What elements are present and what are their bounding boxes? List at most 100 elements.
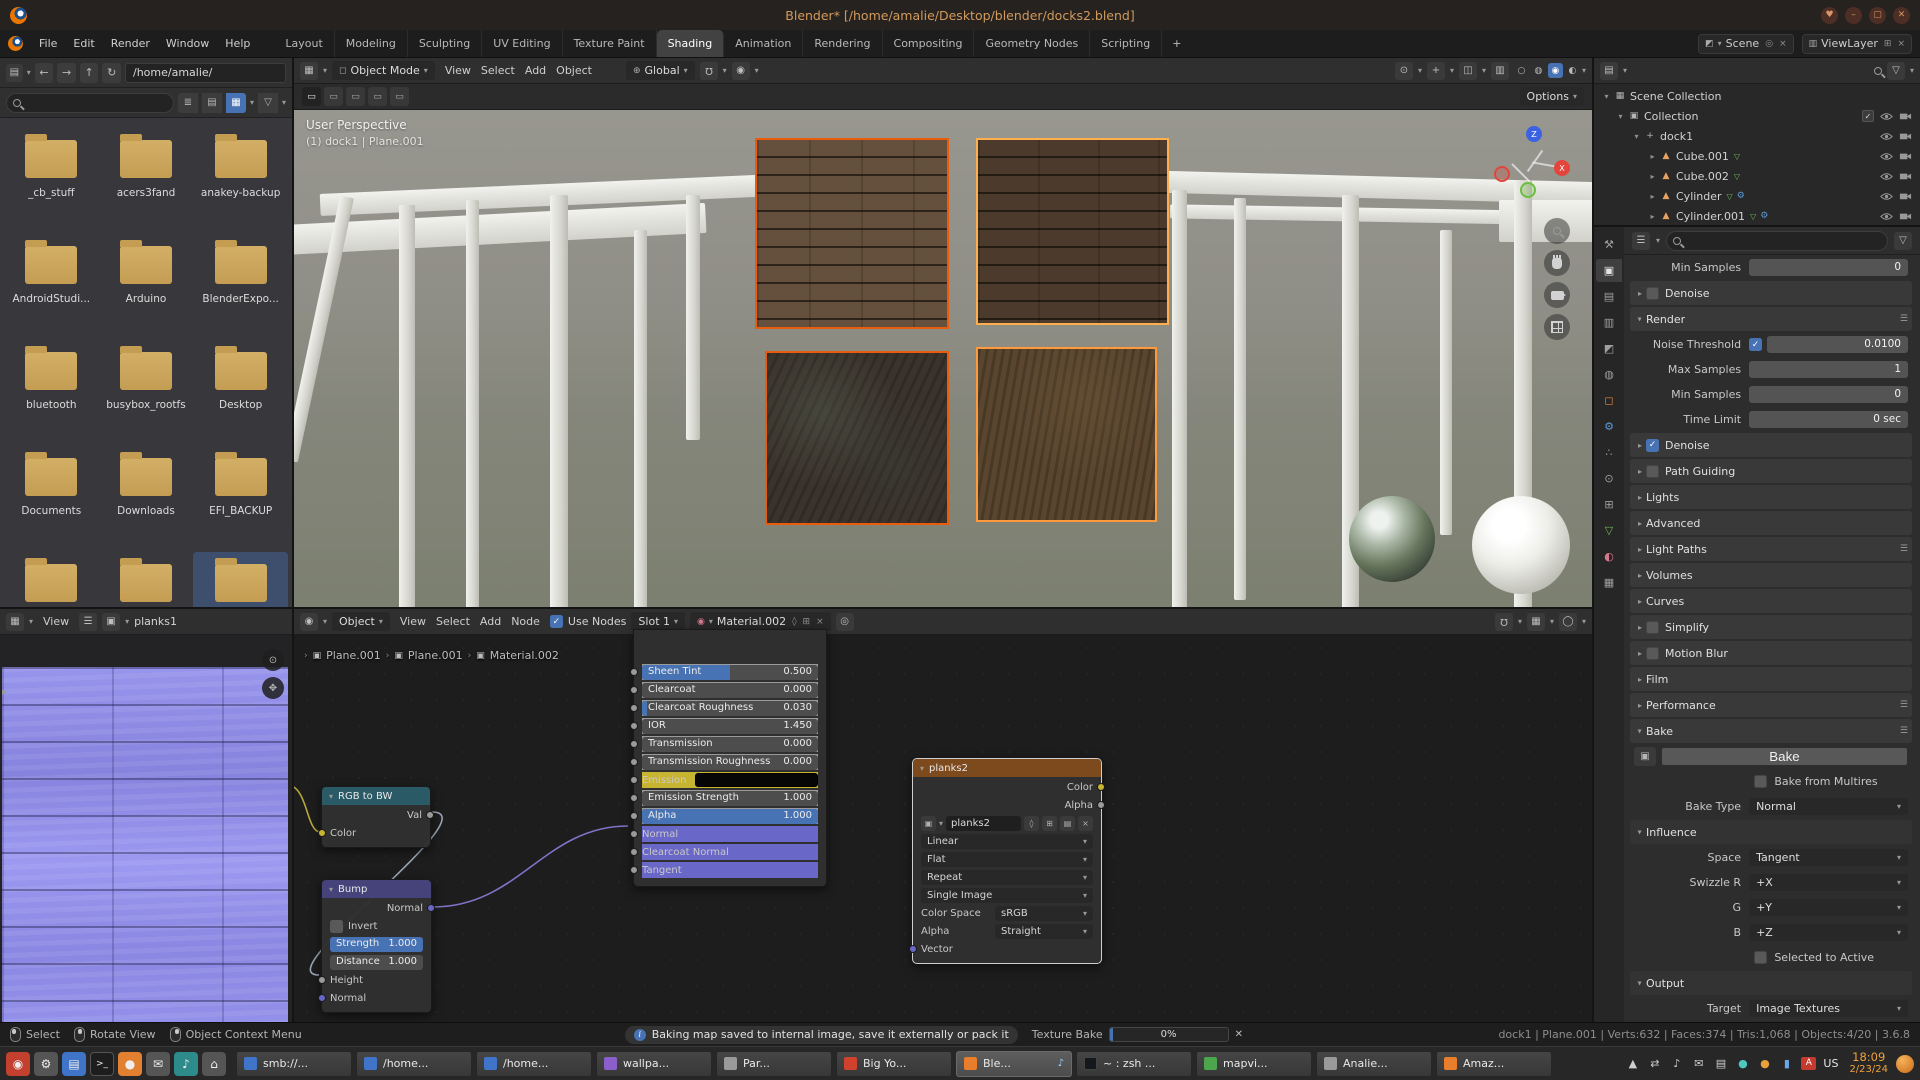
node-preview-icon[interactable]: ◯ <box>1559 613 1577 631</box>
expand-arrow-icon[interactable]: ▾ <box>1614 112 1627 121</box>
modifiers-tab-icon[interactable]: ⚙ <box>1596 415 1622 438</box>
menu-item[interactable]: View <box>440 64 476 77</box>
breadcrumb-item[interactable]: Material.002 <box>490 649 559 662</box>
scene-selector[interactable]: ◩ ▾ Scene ◎ × <box>1698 34 1793 54</box>
horizontal-list-view-button[interactable]: ▤ <box>202 93 222 113</box>
image-icon[interactable]: ▣ <box>102 613 120 631</box>
mail-icon[interactable]: ✉ <box>146 1052 170 1076</box>
selectability-visibility-icon[interactable]: ⊙ <box>1395 62 1413 80</box>
taskbar-window-button[interactable]: mapvi... <box>1196 1051 1312 1077</box>
view-menu[interactable]: View <box>38 615 74 628</box>
physics-tab-icon[interactable]: ⊙ <box>1596 467 1622 490</box>
menu-item[interactable]: Add <box>475 615 506 628</box>
workspace-tab[interactable]: Layout <box>274 30 334 57</box>
volume-tray-icon[interactable]: ♪ <box>1669 1057 1684 1070</box>
axis-y-icon[interactable] <box>1520 182 1536 198</box>
properties-row[interactable]: ▸ Max Samples 1 1▾ ▣ Max Samples ☰ <box>1630 358 1912 381</box>
panel-menu-icon[interactable]: ☰ <box>1900 726 1908 736</box>
panel-menu-icon[interactable]: ☰ <box>1900 544 1908 554</box>
properties-row[interactable]: ▸ Target Image Textures Image Textures▾ … <box>1630 997 1912 1020</box>
properties-row[interactable]: ▸ Influence ▾ ▣ Influence ☰ <box>1630 820 1912 844</box>
panel-arrow-icon[interactable]: ▸ <box>1634 571 1646 580</box>
cancel-job-icon[interactable]: ✕ <box>1235 1029 1243 1040</box>
editor-type-icon[interactable]: ▦ <box>300 62 318 80</box>
menu-item[interactable]: Select <box>476 64 520 77</box>
panel-arrow-icon[interactable]: ▸ <box>1636 977 1645 989</box>
taskbar-window-button[interactable]: smb://... <box>236 1051 352 1077</box>
properties-row[interactable]: ▸ Time Limit 0 sec 0 sec▾ ▣ Time Limit ☰ <box>1630 408 1912 431</box>
bsdf-input-row[interactable]: Sheen Tint0.500 Sheen Tint <box>642 664 818 680</box>
arrow-up-tray-icon[interactable]: ▲ <box>1625 1057 1640 1070</box>
properties-row[interactable]: ▸ Path Guiding ▾ ▣ Path Guiding ☰ <box>1630 459 1912 483</box>
object-name[interactable]: Scene Collection <box>1630 90 1721 103</box>
panel-arrow-icon[interactable]: ▸ <box>1634 493 1646 502</box>
dropdown[interactable]: +Z▾ <box>1749 924 1908 941</box>
keep-above-icon[interactable]: ♥ <box>1821 7 1838 24</box>
dropdown[interactable]: +Y▾ <box>1749 899 1908 916</box>
breadcrumb-item[interactable]: Plane.001 <box>408 649 463 662</box>
clipboard-tray-icon[interactable]: ▤ <box>1713 1057 1728 1070</box>
expand-arrow-icon[interactable]: ▾ <box>1600 92 1613 101</box>
zoom-region-button[interactable]: ⊙ <box>262 649 284 671</box>
workspace-tab[interactable]: Sculpting <box>408 30 482 57</box>
fake-user-shield-icon[interactable]: ◊ <box>1024 816 1039 831</box>
file-browser-folder[interactable] <box>193 552 288 607</box>
bump-slider-row[interactable]: Distance1.000 <box>330 954 423 970</box>
image-texture-node[interactable]: ▾planks2 Color Alpha ▣▾ planks2 ◊ ⊞ ▤ × <box>912 758 1102 964</box>
menu-item[interactable]: Select <box>431 615 475 628</box>
bump-slider-row[interactable]: Strength1.000 <box>330 936 423 952</box>
panel-arrow-icon[interactable]: ▸ <box>1634 441 1646 450</box>
properties-row[interactable]: ▸ Curves ▾ ▣ Curves ☰ <box>1630 589 1912 613</box>
workspace-tab[interactable]: Scripting <box>1090 30 1162 57</box>
filter-icon[interactable]: ▽ <box>1894 232 1912 250</box>
shield-icon[interactable]: ◊ <box>792 617 796 627</box>
input-socket[interactable] <box>630 740 638 748</box>
plank-object-top-left[interactable] <box>755 138 949 329</box>
taskbar-window-button[interactable]: /home... <box>476 1051 592 1077</box>
panel-menu-icon[interactable]: ☰ <box>1900 314 1908 324</box>
expand-arrow-icon[interactable]: ▸ <box>1646 152 1659 161</box>
exclude-checkbox[interactable]: ✓ <box>1862 110 1874 122</box>
color-swatch[interactable] <box>695 773 819 787</box>
unlink-icon[interactable]: × <box>1779 39 1787 49</box>
zoom-button[interactable] <box>1544 218 1570 244</box>
menu-item[interactable]: View <box>395 615 431 628</box>
render-tab-icon[interactable]: ▣ <box>1596 259 1622 282</box>
file-browser-folder[interactable]: _cb_stuff <box>4 128 99 234</box>
pin-icon[interactable]: ◎ <box>836 613 854 631</box>
solid-shading-icon[interactable]: ◍ <box>1531 63 1546 78</box>
editor-type-icon[interactable]: ◉ <box>300 613 318 631</box>
network-tray-icon[interactable]: ⇄ <box>1647 1057 1662 1070</box>
properties-row[interactable]: ▸ Bake ▾ ▣ Bake ☰ <box>1630 745 1912 768</box>
hide-eye-icon[interactable] <box>1880 172 1893 181</box>
file-search-input[interactable] <box>6 93 174 113</box>
material-tab-icon[interactable]: ◐ <box>1596 545 1622 568</box>
properties-row[interactable]: ▸ Simplify ▾ ▣ Simplify ☰ <box>1630 615 1912 639</box>
properties-row[interactable]: ▸ G +Y +Y▾ ▣ G ☰ <box>1630 896 1912 919</box>
back-button[interactable]: ← <box>35 63 54 83</box>
options-dropdown[interactable]: Options▾ <box>1520 87 1584 106</box>
texture-tab-icon[interactable]: ▦ <box>1596 571 1622 594</box>
settings-icon[interactable]: ⚙ <box>34 1052 58 1076</box>
proportional-editing-icon[interactable]: ◉ <box>732 62 750 80</box>
axis-z-icon[interactable]: Z <box>1526 126 1542 142</box>
select-mode-invert-icon[interactable]: ▭ <box>368 87 387 106</box>
editor-type-icon[interactable]: ☰ <box>1632 232 1650 250</box>
material-preview-icon[interactable]: ◉ <box>1548 63 1563 78</box>
properties-row[interactable]: ▸ Noise Threshold 0.0100 0.0100▾ ▣ Noise… <box>1630 333 1912 356</box>
value-slider[interactable]: 0 sec <box>1749 411 1908 428</box>
copy-icon[interactable]: ⊞ <box>1884 39 1892 49</box>
image-name-field[interactable]: planks2 <box>946 816 1021 831</box>
checkbox[interactable] <box>1646 621 1659 634</box>
object-name[interactable]: Cube.002 <box>1676 170 1729 183</box>
disable-render-camera-icon[interactable] <box>1899 171 1912 181</box>
input-socket[interactable] <box>630 848 638 856</box>
collapse-icon[interactable]: ▾ <box>329 792 333 801</box>
hide-eye-icon[interactable] <box>1880 212 1893 221</box>
copy-icon[interactable]: ⊞ <box>803 617 811 627</box>
file-browser-folder[interactable]: Arduino <box>99 234 194 340</box>
bsdf-input-row[interactable]: Emission Strength1.000 Emission Strength <box>642 790 818 806</box>
close-icon[interactable]: × <box>1897 39 1905 49</box>
overlays-icon[interactable]: ◫ <box>1459 62 1477 80</box>
world-tab-icon[interactable]: ◍ <box>1596 363 1622 386</box>
